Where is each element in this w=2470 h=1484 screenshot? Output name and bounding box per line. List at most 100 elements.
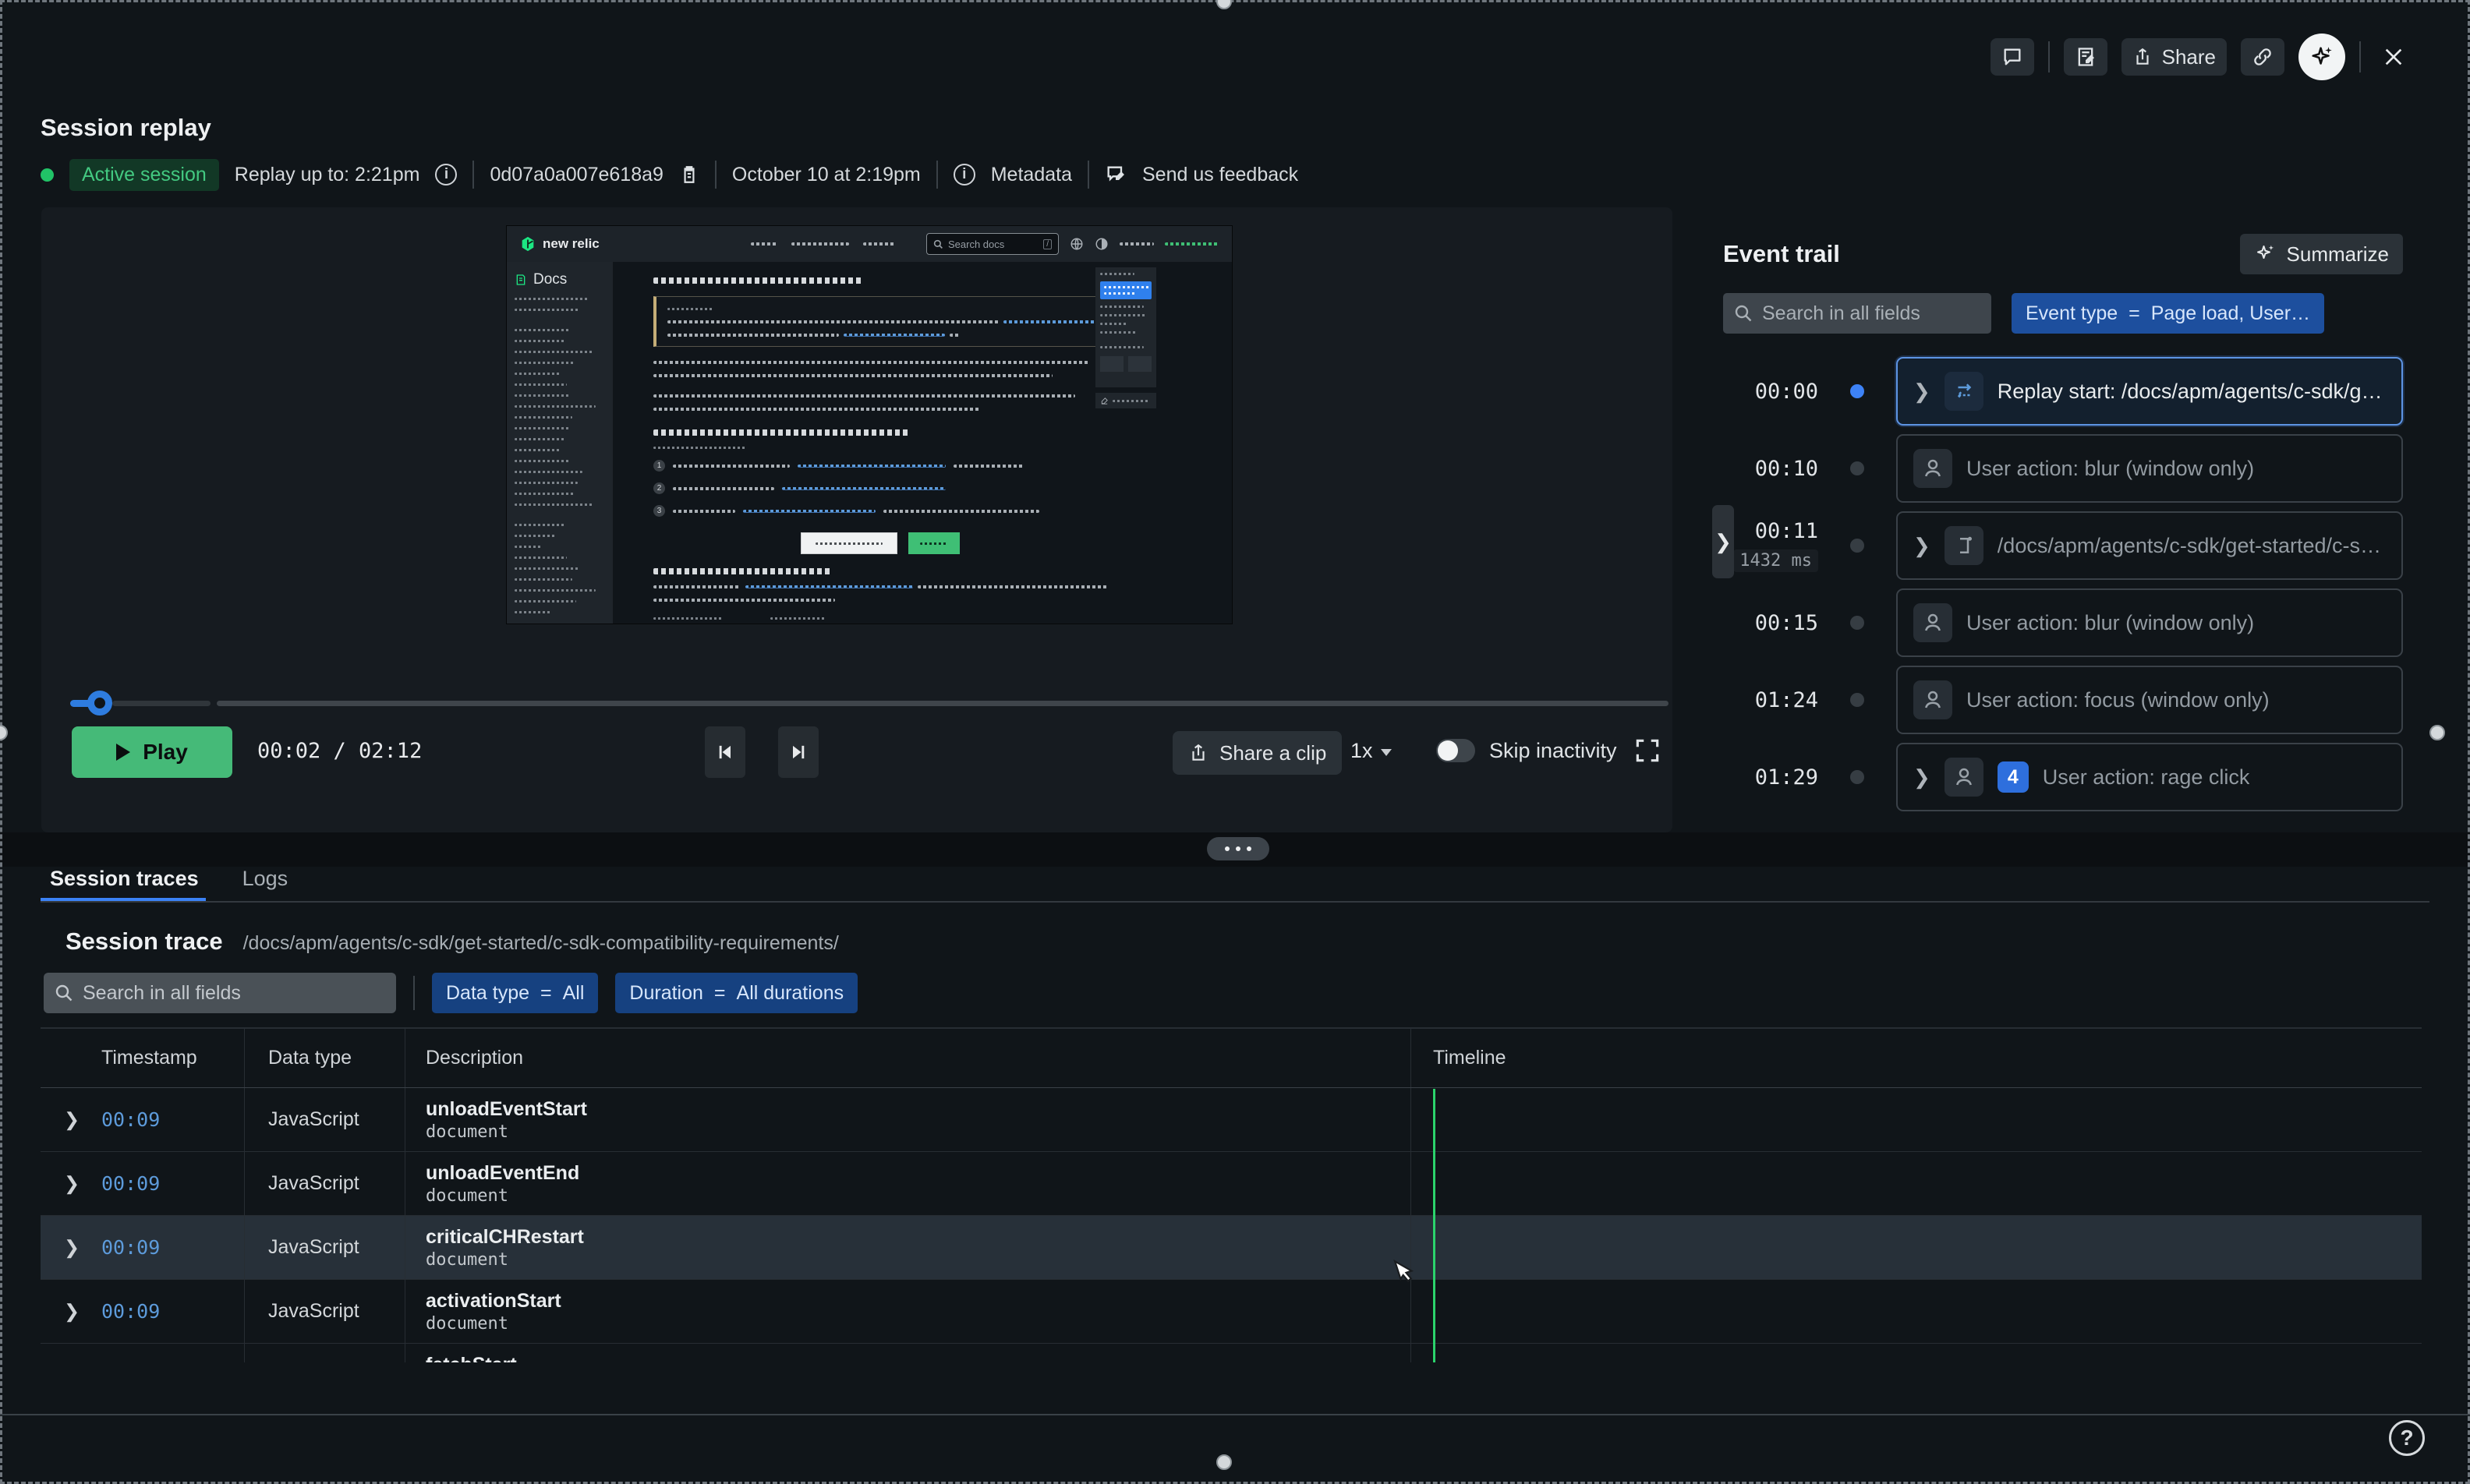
close-button[interactable]: [2375, 38, 2412, 76]
masked-sidebar-item[interactable]: [515, 362, 575, 364]
replayed-page-thumbnail[interactable]: new relic Search docs / Docs: [507, 226, 1232, 624]
scrubber-track[interactable]: [217, 701, 1668, 706]
tab-logs[interactable]: Logs: [242, 867, 288, 903]
row-expand-chevron-icon[interactable]: ❯: [64, 1108, 80, 1131]
skip-to-next-button[interactable]: [778, 726, 819, 778]
column-header-data-type[interactable]: Data type: [268, 1047, 405, 1069]
masked-sidebar-item[interactable]: [515, 578, 572, 581]
selection-handle-left[interactable]: [0, 725, 8, 740]
column-header-description[interactable]: Description: [426, 1047, 1410, 1069]
copy-link-button[interactable]: [2241, 38, 2284, 76]
duration-filter-chip[interactable]: Duration = All durations: [615, 973, 858, 1013]
edit-doc-card[interactable]: [1095, 393, 1156, 408]
selection-handle-right[interactable]: [2429, 725, 2445, 740]
rail-feedback-yes-button[interactable]: [1100, 356, 1124, 372]
ai-assistant-button[interactable]: [2298, 34, 2345, 80]
resize-sections-handle[interactable]: [1207, 837, 1269, 860]
rail-item[interactable]: [1100, 306, 1144, 308]
masked-sidebar-item[interactable]: [515, 427, 569, 429]
notes-button[interactable]: [2064, 38, 2107, 76]
masked-sidebar-item[interactable]: [515, 546, 542, 548]
expand-chevron-icon[interactable]: ❯: [1913, 534, 1930, 558]
masked-sidebar-item[interactable]: [515, 482, 578, 484]
copy-session-id-icon[interactable]: [679, 163, 699, 186]
skip-to-previous-button[interactable]: [705, 726, 745, 778]
share-a-clip-button[interactable]: Share a clip: [1173, 731, 1342, 775]
masked-sidebar-item[interactable]: [515, 309, 580, 311]
user-icon: [1945, 758, 1983, 797]
selection-handle-bottom[interactable]: [1216, 1454, 1232, 1470]
masked-sidebar-item[interactable]: [515, 449, 560, 451]
event-time-value: 00:15: [1755, 611, 1818, 635]
expand-chevron-icon[interactable]: ❯: [1913, 765, 1930, 790]
row-expand-chevron-icon[interactable]: ❯: [64, 1172, 80, 1195]
docs-search-input[interactable]: Search docs /: [926, 233, 1059, 255]
cell-description-name: unloadEventEnd: [426, 1161, 1410, 1185]
event-card[interactable]: User action: focus (window only): [1896, 666, 2403, 734]
masked-nav: [751, 242, 896, 246]
collapse-event-trail-handle[interactable]: ❯: [1712, 505, 1734, 578]
expand-chevron-icon[interactable]: ❯: [1913, 380, 1930, 404]
masked-sidebar-item[interactable]: [515, 493, 575, 495]
fullscreen-button[interactable]: [1633, 736, 1662, 765]
send-feedback-link[interactable]: Send us feedback: [1142, 164, 1298, 186]
masked-sidebar-item[interactable]: [515, 567, 580, 570]
masked-sidebar-item[interactable]: [515, 351, 594, 353]
playback-speed-dropdown[interactable]: 1x: [1350, 739, 1392, 763]
event-card[interactable]: User action: blur (window only): [1896, 588, 2403, 657]
masked-sidebar-item[interactable]: [515, 504, 593, 506]
event-type-filter-chip[interactable]: Event type = Page load, User…: [2012, 293, 2324, 334]
masked-sidebar-item[interactable]: [515, 524, 564, 526]
masked-sidebar-item[interactable]: [515, 340, 564, 342]
event-trail-search-input[interactable]: Search in all fields: [1723, 293, 1991, 334]
data-type-filter-chip[interactable]: Data type = All: [432, 973, 598, 1013]
masked-sidebar-item[interactable]: [515, 600, 576, 602]
rail-item[interactable]: [1100, 314, 1147, 316]
table-row[interactable]: ❯00:09JavaScriptunloadEventEnddocument: [41, 1152, 2422, 1216]
masked-sidebar-item[interactable]: [515, 383, 567, 386]
on-this-page-rail: [1095, 267, 1156, 387]
table-row[interactable]: ❯00:09JavaScriptfetchStartdocument: [41, 1344, 2422, 1362]
row-expand-chevron-icon[interactable]: ❯: [64, 1300, 80, 1323]
column-header-timestamp[interactable]: Timestamp: [101, 1047, 244, 1069]
masked-sidebar-item[interactable]: [515, 298, 589, 300]
event-card[interactable]: User action: blur (window only): [1896, 434, 2403, 503]
masked-sidebar-item[interactable]: [515, 471, 582, 473]
masked-sidebar-item[interactable]: [515, 329, 571, 331]
trace-search-input[interactable]: Search in all fields: [44, 973, 396, 1013]
play-button[interactable]: Play: [72, 726, 232, 778]
share-button[interactable]: Share: [2121, 38, 2227, 76]
summarize-button[interactable]: Summarize: [2240, 234, 2403, 274]
masked-sidebar-item[interactable]: [515, 373, 561, 375]
masked-secondary-button[interactable]: [801, 532, 897, 554]
metadata-link[interactable]: Metadata: [991, 164, 1072, 186]
masked-sidebar-item[interactable]: [515, 405, 596, 408]
masked-sidebar-item[interactable]: [515, 416, 572, 419]
skip-inactivity-toggle[interactable]: [1436, 739, 1475, 762]
masked-sidebar-item[interactable]: [515, 556, 567, 559]
event-card[interactable]: ❯4User action: rage click: [1896, 743, 2403, 811]
table-row[interactable]: ❯00:09JavaScriptunloadEventStartdocument: [41, 1088, 2422, 1152]
masked-primary-button[interactable]: [908, 532, 960, 554]
table-row[interactable]: ❯00:09JavaScriptactivationStartdocument: [41, 1280, 2422, 1344]
scrubber-track-segment[interactable]: [112, 701, 211, 706]
comments-button[interactable]: [1991, 38, 2034, 76]
rail-item[interactable]: [1100, 331, 1138, 334]
selection-handle-top[interactable]: [1216, 0, 1232, 9]
rail-active-item[interactable]: [1100, 281, 1152, 299]
info-icon[interactable]: i: [435, 164, 457, 186]
masked-sidebar-item[interactable]: [515, 394, 569, 397]
masked-sidebar-item[interactable]: [515, 611, 550, 613]
column-header-timeline[interactable]: Timeline: [1433, 1047, 2422, 1069]
rail-feedback-no-button[interactable]: [1128, 356, 1152, 372]
scrubber-playhead-knob[interactable]: [87, 691, 112, 716]
event-card[interactable]: ❯Replay start: /docs/apm/agents/c-sdk/g…: [1896, 357, 2403, 426]
row-expand-chevron-icon[interactable]: ❯: [64, 1236, 80, 1259]
event-card[interactable]: ❯/docs/apm/agents/c-sdk/get-started/c-s…: [1896, 511, 2403, 580]
masked-sidebar-item[interactable]: [515, 460, 571, 462]
masked-sidebar-item[interactable]: [515, 438, 564, 440]
help-button[interactable]: ?: [2389, 1420, 2425, 1456]
masked-sidebar-item[interactable]: [515, 589, 596, 592]
table-row[interactable]: ❯00:09JavaScriptcriticalCHRestartdocumen…: [41, 1216, 2422, 1280]
masked-sidebar-item[interactable]: [515, 535, 556, 537]
